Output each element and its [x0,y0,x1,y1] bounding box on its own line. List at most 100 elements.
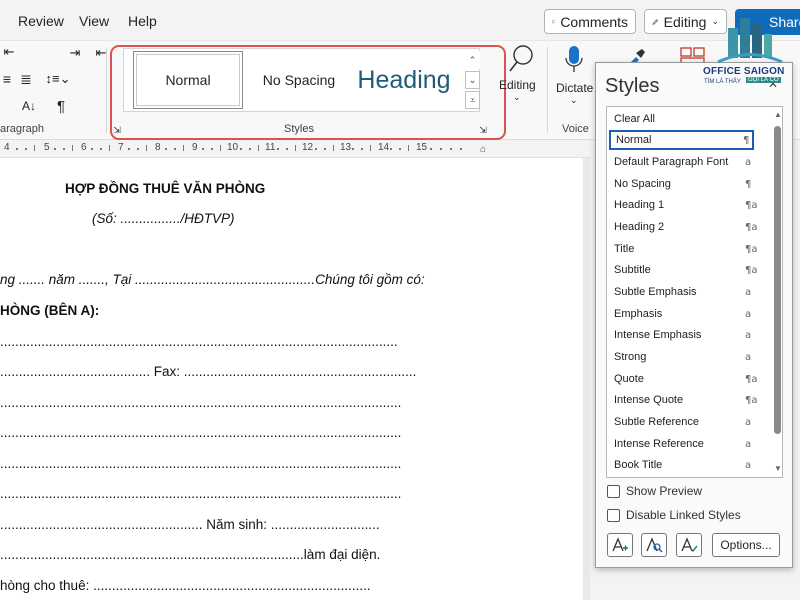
styles-group-highlight [110,45,506,140]
style-item-label: Clear All [614,113,655,125]
style-item-no-spacing[interactable]: No Spacing ¶ [609,174,754,194]
right-indent-marker-icon[interactable]: ⌂ [480,144,486,155]
style-item-label: Subtle Emphasis [614,286,697,298]
style-item-heading-2[interactable]: Heading 2 ¶a [609,217,758,237]
contract-number-line: (Số: ................/HĐTVP) [92,211,235,226]
editing-group-label[interactable]: Editing [499,78,536,92]
decrease-indent-icon[interactable]: ⇤ [2,44,16,59]
style-item-label: Subtitle [614,264,651,276]
disable-linked-styles-label: Disable Linked Styles [626,508,741,522]
character-style-icon: a [745,438,752,450]
ribbon-separator [106,47,107,133]
outdent-icon[interactable]: ⇤ [92,45,110,61]
document-title: HỢP ĐỒNG THUÊ VĂN PHÒNG [65,181,266,196]
pilcrow-icon[interactable]: ¶ [54,97,68,115]
indent-icon[interactable]: ⇥ [66,45,84,61]
document-page[interactable]: HỢP ĐỒNG THUÊ VĂN PHÒNG (Số: ...........… [0,158,583,600]
ruler-number: 15 [416,142,428,153]
menu-bar: Review View Help Comments Editing ⌄ Shar… [0,0,800,40]
style-item-label: Normal [616,134,652,146]
dictate-chevron-icon[interactable]: ⌄ [570,95,578,106]
comments-button[interactable]: Comments [544,9,636,34]
ruler-number: 9 [192,142,198,153]
show-preview-checkbox[interactable] [607,484,620,498]
disable-linked-styles-option[interactable]: Disable Linked Styles [607,507,741,523]
style-item-label: Intense Emphasis [614,329,702,341]
menu-review[interactable]: Review [18,13,64,29]
style-item-label: Default Paragraph Font [614,156,729,168]
style-item-label: Emphasis [614,308,663,320]
style-item-label: Book Title [614,459,663,471]
new-style-icon [612,537,628,552]
document-line: ........................................… [0,517,380,532]
document-line: ........................................… [0,364,417,379]
microphone-icon [565,46,583,72]
style-inspector-button[interactable] [641,533,667,557]
style-item-clear-all[interactable]: Clear All [609,109,754,129]
style-item-intense-quote[interactable]: Intense Quote ¶a [609,390,758,410]
show-preview-option[interactable]: Show Preview [607,483,702,499]
style-item-strong[interactable]: Strong a [609,347,754,367]
line-spacing-icon[interactable]: ↕≡⌄ [44,71,72,87]
document-line: ........................................… [0,425,402,440]
style-item-label: Subtle Reference [614,416,699,428]
manage-styles-button[interactable] [676,533,702,557]
style-item-emphasis[interactable]: Emphasis a [609,304,754,324]
ribbon-separator [547,47,548,133]
style-item-label: Intense Quote [614,394,684,406]
voice-group-label: Voice [562,123,589,135]
styles-options-button[interactable]: Options... [712,533,780,557]
styles-options-label: Options... [720,538,772,552]
character-style-icon: a [745,351,752,363]
style-item-book-title[interactable]: Book Title a [609,455,754,475]
menu-view[interactable]: View [79,13,109,29]
logo-badge: GỌI LÀ CÓ [746,77,781,83]
style-item-normal[interactable]: Normal ¶ [609,130,754,150]
style-item-label: Strong [614,351,647,363]
style-item-intense-emphasis[interactable]: Intense Emphasis a [609,325,754,345]
menu-help[interactable]: Help [128,13,157,29]
style-item-default-paragraph-font[interactable]: Default Paragraph Font a [609,152,754,172]
scrollbar-thumb[interactable] [774,126,781,434]
new-style-button[interactable] [607,533,633,557]
linked-style-icon: ¶a [745,243,758,255]
dictate-button[interactable]: Dictate [556,81,593,95]
ruler-number: 6 [81,142,87,153]
style-item-label: Intense Reference [614,438,704,450]
style-item-heading-1[interactable]: Heading 1 ¶a [609,195,758,215]
party-a-heading: HÒNG (BÊN A): [0,303,100,318]
ruler-number: 8 [155,142,161,153]
character-style-icon: a [745,329,752,341]
style-item-title[interactable]: Title ¶a [609,239,758,259]
character-style-icon: a [745,156,752,168]
document-line: hòng cho thuê: .........................… [0,578,371,593]
style-item-label: Heading 1 [614,199,665,211]
style-inspector-icon [646,537,663,553]
ruler-number: 7 [118,142,124,153]
character-style-icon: a [745,286,752,298]
date-location-line: ng ....... năm ......., Tại ............… [0,272,425,287]
style-item-label: No Spacing [614,178,671,190]
align-left-icon[interactable]: ≡ [0,71,14,87]
styles-list-scrollbar[interactable]: ▲ ▼ [773,110,783,474]
document-line: ........................................… [0,395,402,410]
scroll-up-icon[interactable]: ▲ [773,110,783,120]
sort-icon[interactable]: A↓ [20,97,38,115]
styles-list: Clear All Normal ¶ Default Paragraph Fon… [606,106,783,478]
style-item-label: Quote [614,373,644,385]
styles-pane-title: Styles [605,75,660,97]
style-item-label: Title [614,243,635,255]
ruler-number: 12 [302,142,314,153]
character-style-icon: a [745,459,752,471]
justify-icon[interactable]: ≣ [18,71,34,87]
linked-style-icon: ¶a [745,199,758,211]
pencil-icon [652,18,659,25]
style-item-subtle-reference[interactable]: Subtle Reference a [609,412,754,432]
disable-linked-styles-checkbox[interactable] [607,508,620,522]
paragraph-style-icon: ¶ [745,178,752,190]
style-item-quote[interactable]: Quote ¶a [609,369,758,389]
style-item-subtitle[interactable]: Subtitle ¶a [609,260,758,280]
style-item-subtle-emphasis[interactable]: Subtle Emphasis a [609,282,754,302]
style-item-intense-reference[interactable]: Intense Reference a [609,434,754,454]
scroll-down-icon[interactable]: ▼ [773,464,783,474]
